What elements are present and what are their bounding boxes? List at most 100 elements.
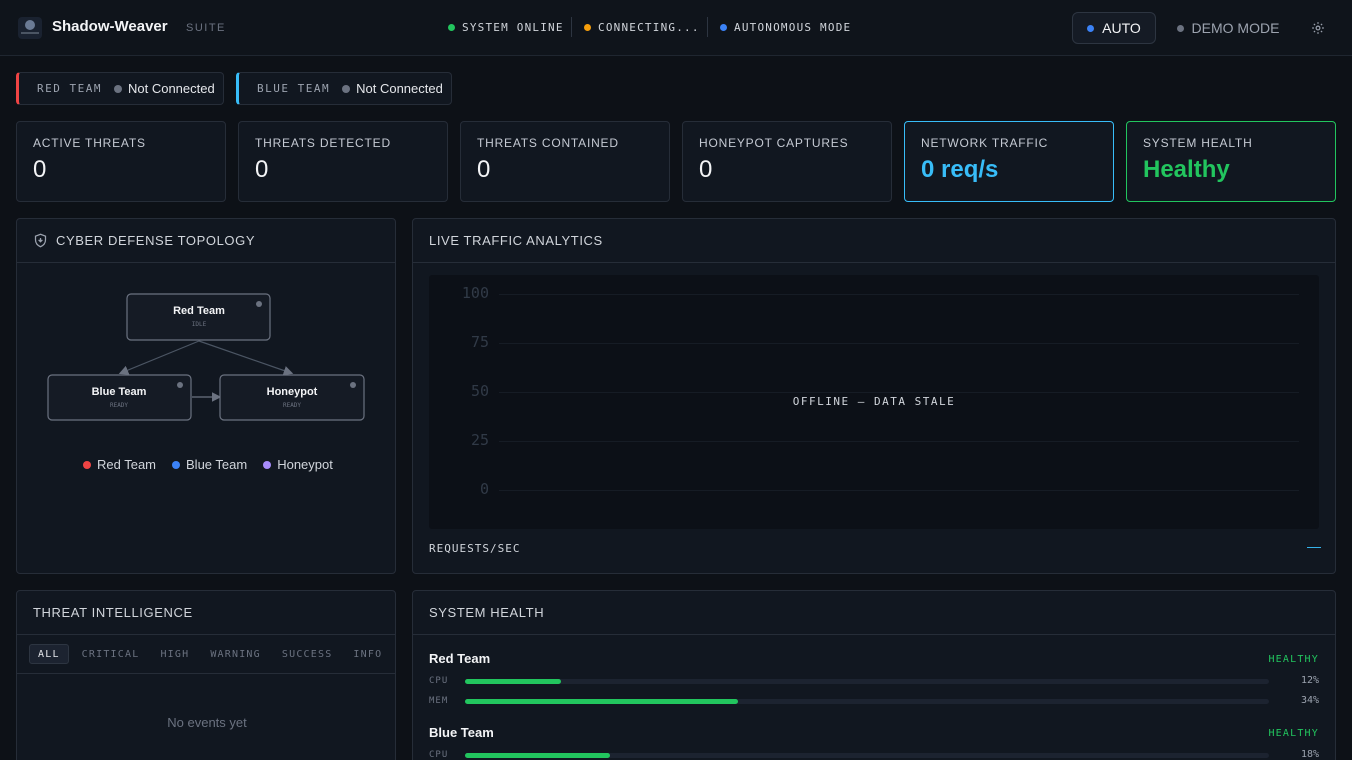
stat-value: 0 xyxy=(33,156,47,183)
status-label: SYSTEM ONLINE xyxy=(462,21,564,34)
red-team-connection[interactable]: RED TEAM Not Connected xyxy=(16,72,224,105)
topology-diagram: Red Team IDLE Blue Team READY Honeypot R… xyxy=(47,293,365,421)
metric-label: MEM xyxy=(429,696,449,706)
legend-item: Red Team xyxy=(83,457,156,472)
demo-mode-label: DEMO MODE xyxy=(1191,20,1280,36)
legend-dot-icon xyxy=(263,460,272,469)
settings-gear-icon[interactable] xyxy=(1306,16,1330,40)
y-tick-label: 100 xyxy=(461,284,489,302)
legend-label: Honeypot xyxy=(277,457,333,472)
filter-tab-critical[interactable]: CRITICAL xyxy=(74,644,148,664)
status-dot-icon xyxy=(448,24,455,31)
team-name: RED TEAM xyxy=(37,82,102,95)
health-team-name: Blue Team xyxy=(429,725,494,740)
status-dot-icon xyxy=(113,84,122,93)
gridline xyxy=(499,441,1299,442)
filter-tab-info[interactable]: INFO xyxy=(345,644,390,664)
stat-network-traffic: NETWORK TRAFFIC 0 req/s xyxy=(904,121,1114,202)
health-status-badge: HEALTHY xyxy=(1268,654,1319,665)
divider xyxy=(17,673,395,674)
shield-logo-icon xyxy=(18,17,42,39)
auto-mode-button[interactable]: AUTO xyxy=(1072,12,1156,44)
stat-system-health: SYSTEM HEALTH Healthy xyxy=(1126,121,1336,202)
panel-title: CYBER DEFENSE TOPOLOGY xyxy=(56,233,256,248)
metric-label: CPU xyxy=(429,676,449,686)
panel-title: LIVE TRAFFIC ANALYTICS xyxy=(429,233,603,248)
stat-label: HONEYPOT CAPTURES xyxy=(699,136,849,150)
topology-node-red-team[interactable]: Red Team IDLE xyxy=(126,293,271,341)
demo-mode-button[interactable]: DEMO MODE xyxy=(1170,12,1286,44)
blue-team-connection[interactable]: BLUE TEAM Not Connected xyxy=(236,72,452,105)
traffic-chart: 100 75 50 25 0 OFFLINE — DATA STALE xyxy=(429,275,1319,529)
stat-value: 0 xyxy=(255,156,269,183)
stat-label: NETWORK TRAFFIC xyxy=(921,136,1049,150)
status-connecting: CONNECTING... xyxy=(584,21,700,34)
connection-state: Not Connected xyxy=(127,81,215,96)
y-tick-label: 25 xyxy=(470,431,489,449)
traffic-panel: LIVE TRAFFIC ANALYTICS 100 75 50 25 0 OF… xyxy=(412,218,1336,574)
filter-tab-warning[interactable]: WARNING xyxy=(202,644,269,664)
filter-tab-high[interactable]: HIGH xyxy=(152,644,197,664)
system-health-panel: SYSTEM HEALTH Red Team HEALTHY CPU 12% M… xyxy=(412,590,1336,760)
shield-icon xyxy=(33,233,48,248)
auto-mode-label: AUTO xyxy=(1102,20,1141,36)
threat-intel-panel: THREAT INTELLIGENCE ALL CRITICAL HIGH WA… xyxy=(16,590,396,760)
stat-label: THREATS DETECTED xyxy=(255,136,391,150)
node-name: Red Team xyxy=(173,305,225,317)
team-name: BLUE TEAM xyxy=(257,82,331,95)
node-name: Blue Team xyxy=(92,386,147,398)
panel-title: SYSTEM HEALTH xyxy=(429,605,545,620)
system-health-header: SYSTEM HEALTH xyxy=(413,591,1335,635)
metric-value: 12% xyxy=(1300,675,1319,686)
stat-label: SYSTEM HEALTH xyxy=(1143,136,1253,150)
node-state: READY xyxy=(283,402,301,409)
status-dot-icon xyxy=(1087,24,1095,32)
topology-panel: CYBER DEFENSE TOPOLOGY Red Team IDLE Blu… xyxy=(16,218,396,574)
requests-per-sec-value: — xyxy=(1307,538,1321,554)
requests-per-sec-label: REQUESTS/SEC xyxy=(429,542,521,555)
status-dot-icon xyxy=(342,84,351,93)
status-dot-icon xyxy=(1176,24,1184,32)
health-team-name: Red Team xyxy=(429,651,491,666)
offline-overlay: OFFLINE — DATA STALE xyxy=(792,395,956,408)
topology-node-honeypot[interactable]: Honeypot READY xyxy=(219,374,365,421)
status-label: CONNECTING... xyxy=(598,21,700,34)
cpu-progress-bar xyxy=(465,753,1269,758)
empty-events-message: No events yet xyxy=(167,715,247,730)
status-autonomous-mode: AUTONOMOUS MODE xyxy=(720,21,851,34)
metric-value: 18% xyxy=(1300,749,1319,760)
topology-header: CYBER DEFENSE TOPOLOGY xyxy=(17,219,395,263)
stat-active-threats: ACTIVE THREATS 0 xyxy=(16,121,226,202)
gridline xyxy=(499,343,1299,344)
legend-label: Red Team xyxy=(97,457,157,472)
stat-value: 0 req/s xyxy=(921,156,999,183)
legend-item: Blue Team xyxy=(172,457,247,472)
panel-title: THREAT INTELLIGENCE xyxy=(33,605,193,620)
traffic-header: LIVE TRAFFIC ANALYTICS xyxy=(413,219,1335,263)
top-bar: Shadow-Weaver SUITE SYSTEM ONLINE CONNEC… xyxy=(0,0,1352,56)
stat-threats-contained: THREATS CONTAINED 0 xyxy=(460,121,670,202)
filter-tab-all[interactable]: ALL xyxy=(29,644,69,664)
cpu-progress-bar xyxy=(465,679,1269,684)
node-state: READY xyxy=(110,402,128,409)
y-tick-label: 0 xyxy=(479,480,489,498)
status-dot-icon xyxy=(720,24,727,31)
topology-node-blue-team[interactable]: Blue Team READY xyxy=(47,374,192,421)
legend-dot-icon xyxy=(172,460,181,469)
threat-intel-header: THREAT INTELLIGENCE xyxy=(17,591,395,635)
stat-value: 0 xyxy=(477,156,491,183)
progress-fill xyxy=(465,679,562,684)
severity-filter-tabs: ALL CRITICAL HIGH WARNING SUCCESS INFO xyxy=(29,644,395,664)
mem-progress-bar xyxy=(465,699,1269,704)
status-system-online: SYSTEM ONLINE xyxy=(448,21,564,34)
legend-item: Honeypot xyxy=(263,457,333,472)
stat-threats-detected: THREATS DETECTED 0 xyxy=(238,121,448,202)
legend-label: Blue Team xyxy=(186,457,248,472)
gridline xyxy=(499,490,1299,491)
topology-legend: Red Team Blue Team Honeypot xyxy=(83,457,349,472)
filter-tab-success[interactable]: SUCCESS xyxy=(274,644,341,664)
app-title: Shadow-Weaver xyxy=(52,18,168,35)
stat-honeypot-captures: HONEYPOT CAPTURES 0 xyxy=(682,121,892,202)
metric-value: 34% xyxy=(1300,695,1319,706)
stat-label: THREATS CONTAINED xyxy=(477,136,619,150)
